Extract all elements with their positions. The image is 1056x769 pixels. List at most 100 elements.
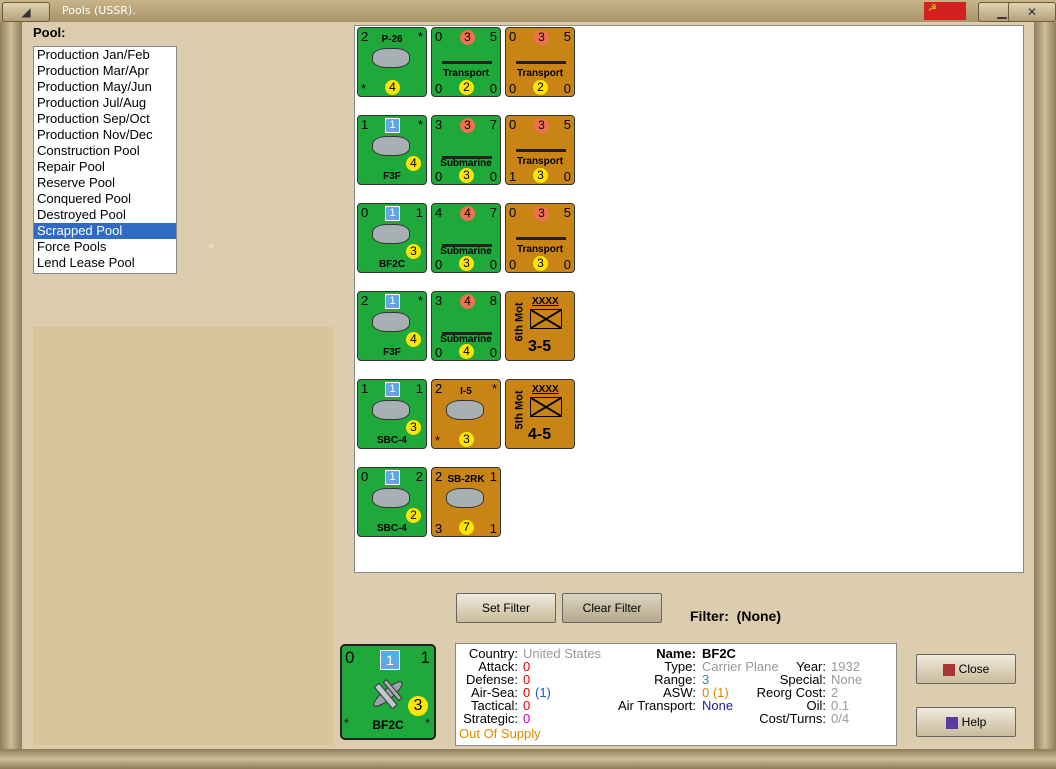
counter-bottom-left: 0 [509,81,517,96]
counter-mid-value: 2 [406,508,421,523]
counter-name: Transport [442,68,490,79]
unit-counter[interactable]: 1 1 1 SBC-4 3 [357,379,427,449]
pool-list-item[interactable]: Construction Pool [34,143,176,159]
counter-bottom-right: 0 [489,345,497,360]
counter-size: XXXX [532,384,559,395]
pool-list-item[interactable]: Production Sep/Oct [34,111,176,127]
pool-list-item[interactable]: Reserve Pool [34,175,176,191]
counter-red-value: 3 [460,118,475,133]
pool-list-item[interactable]: Lend Lease Pool [34,255,176,271]
unit-counter[interactable]: 0 5 0 0 3 Transport 2 [431,27,501,97]
counter-bottom-left: 0 [435,169,443,184]
counter-top-left: 0 [361,205,369,220]
unit-counter[interactable]: 3 7 0 0 3 Submarine 3 [431,115,501,185]
counter-top-right: 1 [415,381,423,396]
counter-mid-value: 7 [459,520,474,535]
airtransport-value: None [702,698,734,713]
pool-list-item[interactable]: Force Pools [34,239,176,255]
big-counter-tr: 1 [420,648,430,667]
counter-top-left: 0 [509,205,517,220]
unit-counter[interactable]: 0 5 1 0 3 Transport 3 [505,115,575,185]
counter-bottom-right: 0 [489,257,497,272]
unit-counter[interactable]: 2 * * P-26 4 [357,27,427,97]
counter-side-label: 6th Mot [513,302,526,342]
unit-counter[interactable]: 0 5 0 0 3 Transport 3 [505,203,575,273]
plane-icon [372,136,410,156]
strategic-label: Strategic: [463,711,518,726]
pool-list-item[interactable]: Production May/Jun [34,79,176,95]
counter-bottom-right: 0 [489,169,497,184]
unit-counter[interactable]: 2 * 1 F3F 4 [357,291,427,361]
counter-red-value: 4 [460,206,475,221]
pool-list-item[interactable]: Production Jan/Feb [34,47,176,63]
plane-icon [446,400,484,420]
pool-list-item[interactable]: Conquered Pool [34,191,176,207]
counter-blue-value: 1 [385,118,400,133]
counter-top-left: 2 [361,293,369,308]
counter-bottom-left: 0 [509,257,517,272]
counter-mid-value: 2 [533,80,548,95]
counter-size: XXXX [532,296,559,307]
close-button[interactable]: Close [916,654,1016,684]
help-book-icon [945,716,958,729]
pool-list[interactable]: Production Jan/Feb Production Mar/Apr Prod… [33,46,177,274]
counter-top-right: 7 [489,205,497,220]
counter-top-right: 5 [563,29,571,44]
counter-bottom-left: * [435,433,441,448]
counter-red-value: 3 [534,206,549,221]
pool-list-item[interactable]: Production Mar/Apr [34,63,176,79]
counter-mid-value: 4 [406,156,421,171]
costturns-label: Cost/Turns: [759,711,826,726]
filter-status: Filter: (None) [690,608,781,624]
counter-top-left: 1 [361,117,369,132]
strategic-value: 0 [523,711,531,726]
window-title: Pools (USSR). [62,4,136,17]
counter-name: Transport [516,156,564,167]
close-door-icon [942,663,955,676]
counter-bottom-right: 0 [563,257,571,272]
ship-icon [516,143,566,152]
pool-list-item[interactable]: Repair Pool [34,159,176,175]
supply-status: Out Of Supply [459,726,541,741]
unit-info-panel: Country: United States Attack: 0 Defense… [455,643,897,746]
counter-name: I-5 [460,386,472,397]
counter-bottom-right: 1 [489,521,497,536]
pool-list-item[interactable]: Scrapped Pool [34,223,176,239]
plane-icon [372,488,410,508]
unit-counter[interactable]: 2 * * I-5 3 [431,379,501,449]
unit-counter[interactable]: 4 7 0 0 4 Submarine 3 [431,203,501,273]
counter-name: Transport [516,68,564,79]
close-window-button[interactable]: ✕ [1008,2,1056,22]
unit-counter[interactable]: 6th Mot XXXX 3-5 [505,291,575,361]
ship-icon [442,55,492,64]
counter-blue-value: 1 [385,382,400,397]
unit-counter[interactable]: 3 8 0 0 4 Submarine 4 [431,291,501,361]
counter-top-right: 2 [415,469,423,484]
pool-list-item[interactable]: Production Nov/Dec [34,127,176,143]
counter-red-value: 3 [460,30,475,45]
counter-top-left: 3 [435,293,443,308]
counter-bottom-left: 0 [435,257,443,272]
pool-list-item[interactable]: Destroyed Pool [34,207,176,223]
unit-counter[interactable]: 1 * 1 F3F 4 [357,115,427,185]
counter-bottom-right: 0 [563,81,571,96]
help-button-label: Help [961,715,987,729]
unit-counter[interactable]: 0 5 0 0 3 Transport 2 [505,27,575,97]
counter-top-left: 0 [435,29,443,44]
counter-area[interactable]: 2 * * P-26 4 0 5 0 0 3 Transport 2 0 5 0 0 3 Transport 2 1 *… [354,25,1024,573]
set-filter-button[interactable]: Set Filter [456,593,556,623]
unit-counter[interactable]: 2 1 3 1 SB-2RK 7 [431,467,501,537]
counter-mid-value: 3 [533,256,548,271]
pool-list-item[interactable]: Production Jul/Aug [34,95,176,111]
system-menu-button[interactable]: ◢ [2,2,50,22]
help-button[interactable]: Help [916,707,1016,737]
unit-counter[interactable]: 0 1 1 BF2C 3 [357,203,427,273]
unit-counter[interactable]: 5th Mot XXXX 4-5 [505,379,575,449]
counter-name: F3F [383,171,401,182]
counter-name: BF2C [378,259,406,270]
unit-counter[interactable]: 0 2 1 SBC-4 2 [357,467,427,537]
big-counter-tl: 0 [345,648,355,667]
frame-bottom [0,749,1056,769]
clear-filter-button[interactable]: Clear Filter [562,593,662,623]
airsea-paren-value: (1) [535,685,551,700]
